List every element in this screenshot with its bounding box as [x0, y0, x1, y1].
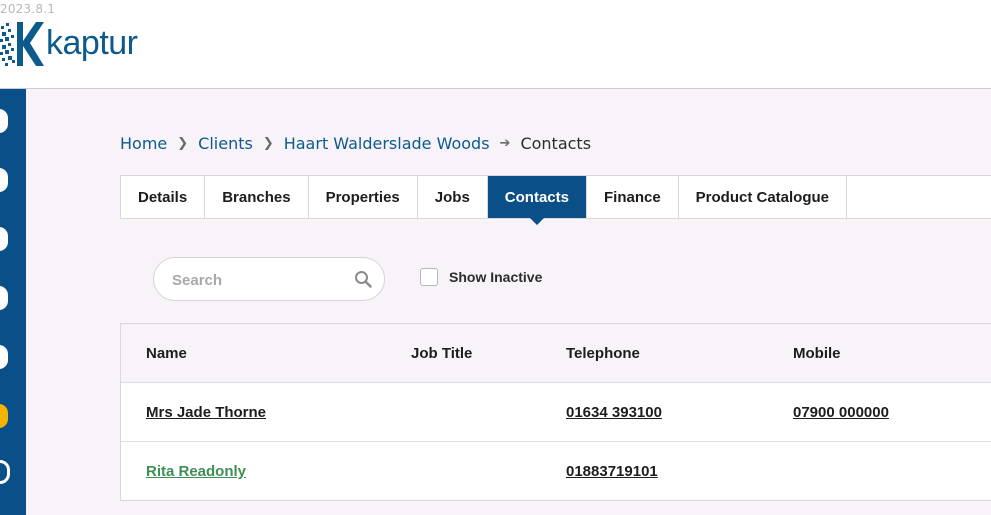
chevron-right-icon: ❯ [177, 135, 189, 151]
sidebar [0, 89, 26, 515]
search-input[interactable] [170, 268, 344, 292]
table-row[interactable]: Rita Readonly 01883719101 [121, 442, 991, 501]
breadcrumb-clients[interactable]: Clients [198, 134, 253, 153]
contact-name-link[interactable]: Mrs Jade Thorne [146, 383, 266, 442]
contact-mobile-link[interactable]: 07900 000000 [793, 383, 889, 442]
tab-jobs[interactable]: Jobs [418, 176, 488, 218]
logo-wordmark: kaptur [46, 24, 138, 62]
tab-finance[interactable]: Finance [587, 176, 679, 218]
tab-branches[interactable]: Branches [205, 176, 309, 218]
sidebar-nav-icon-1[interactable] [0, 109, 8, 133]
arrow-right-icon: ➔ [499, 135, 511, 151]
breadcrumb-current: Contacts [520, 133, 592, 153]
sidebar-settings-icon[interactable] [0, 460, 10, 484]
contact-telephone-link[interactable]: 01883719101 [566, 442, 658, 501]
breadcrumb-client[interactable]: Haart Walderslade Woods [284, 134, 490, 153]
sidebar-nav-icon-3[interactable] [0, 227, 8, 251]
contacts-table: Name Job Title Telephone Mobile Mrs Jade… [120, 323, 991, 501]
main-content: Home ❯ Clients ❯ Haart Walderslade Woods… [26, 89, 991, 515]
contact-name-link[interactable]: Rita Readonly [146, 442, 246, 501]
table-row[interactable]: Mrs Jade Thorne 01634 393100 07900 00000… [121, 383, 991, 442]
column-header-name[interactable]: Name [146, 324, 187, 383]
search-icon[interactable] [354, 270, 372, 288]
search-box [153, 257, 385, 301]
app-version: 2023.8.1 [0, 2, 56, 16]
column-header-telephone[interactable]: Telephone [566, 324, 640, 383]
sidebar-nav-icon-2[interactable] [0, 168, 8, 192]
top-bar: kaptur 2023.8.1 [0, 0, 991, 89]
column-header-job-title[interactable]: Job Title [411, 324, 472, 383]
kaptur-logo[interactable]: kaptur [0, 20, 160, 70]
tab-contacts[interactable]: Contacts [487, 176, 587, 225]
kaptur-logo-mark-icon [0, 22, 44, 66]
sidebar-alert-icon[interactable] [0, 404, 8, 428]
sidebar-nav-icon-5[interactable] [0, 345, 8, 369]
tab-bar: Details Branches Properties Jobs Contact… [120, 175, 991, 225]
tab-product-catalogue[interactable]: Product Catalogue [679, 176, 848, 218]
show-inactive-checkbox[interactable] [420, 268, 438, 286]
table-header-row: Name Job Title Telephone Mobile [121, 324, 991, 383]
tab-properties[interactable]: Properties [309, 176, 418, 218]
show-inactive-label[interactable]: Show Inactive [449, 269, 542, 285]
chevron-right-icon: ❯ [262, 135, 274, 151]
column-header-mobile[interactable]: Mobile [793, 324, 841, 383]
show-inactive-toggle: Show Inactive [420, 268, 542, 286]
tab-details[interactable]: Details [121, 176, 206, 218]
contact-telephone-link[interactable]: 01634 393100 [566, 383, 662, 442]
breadcrumb: Home ❯ Clients ❯ Haart Walderslade Woods… [120, 133, 591, 153]
breadcrumb-home[interactable]: Home [120, 134, 167, 153]
sidebar-nav-icon-4[interactable] [0, 286, 8, 310]
